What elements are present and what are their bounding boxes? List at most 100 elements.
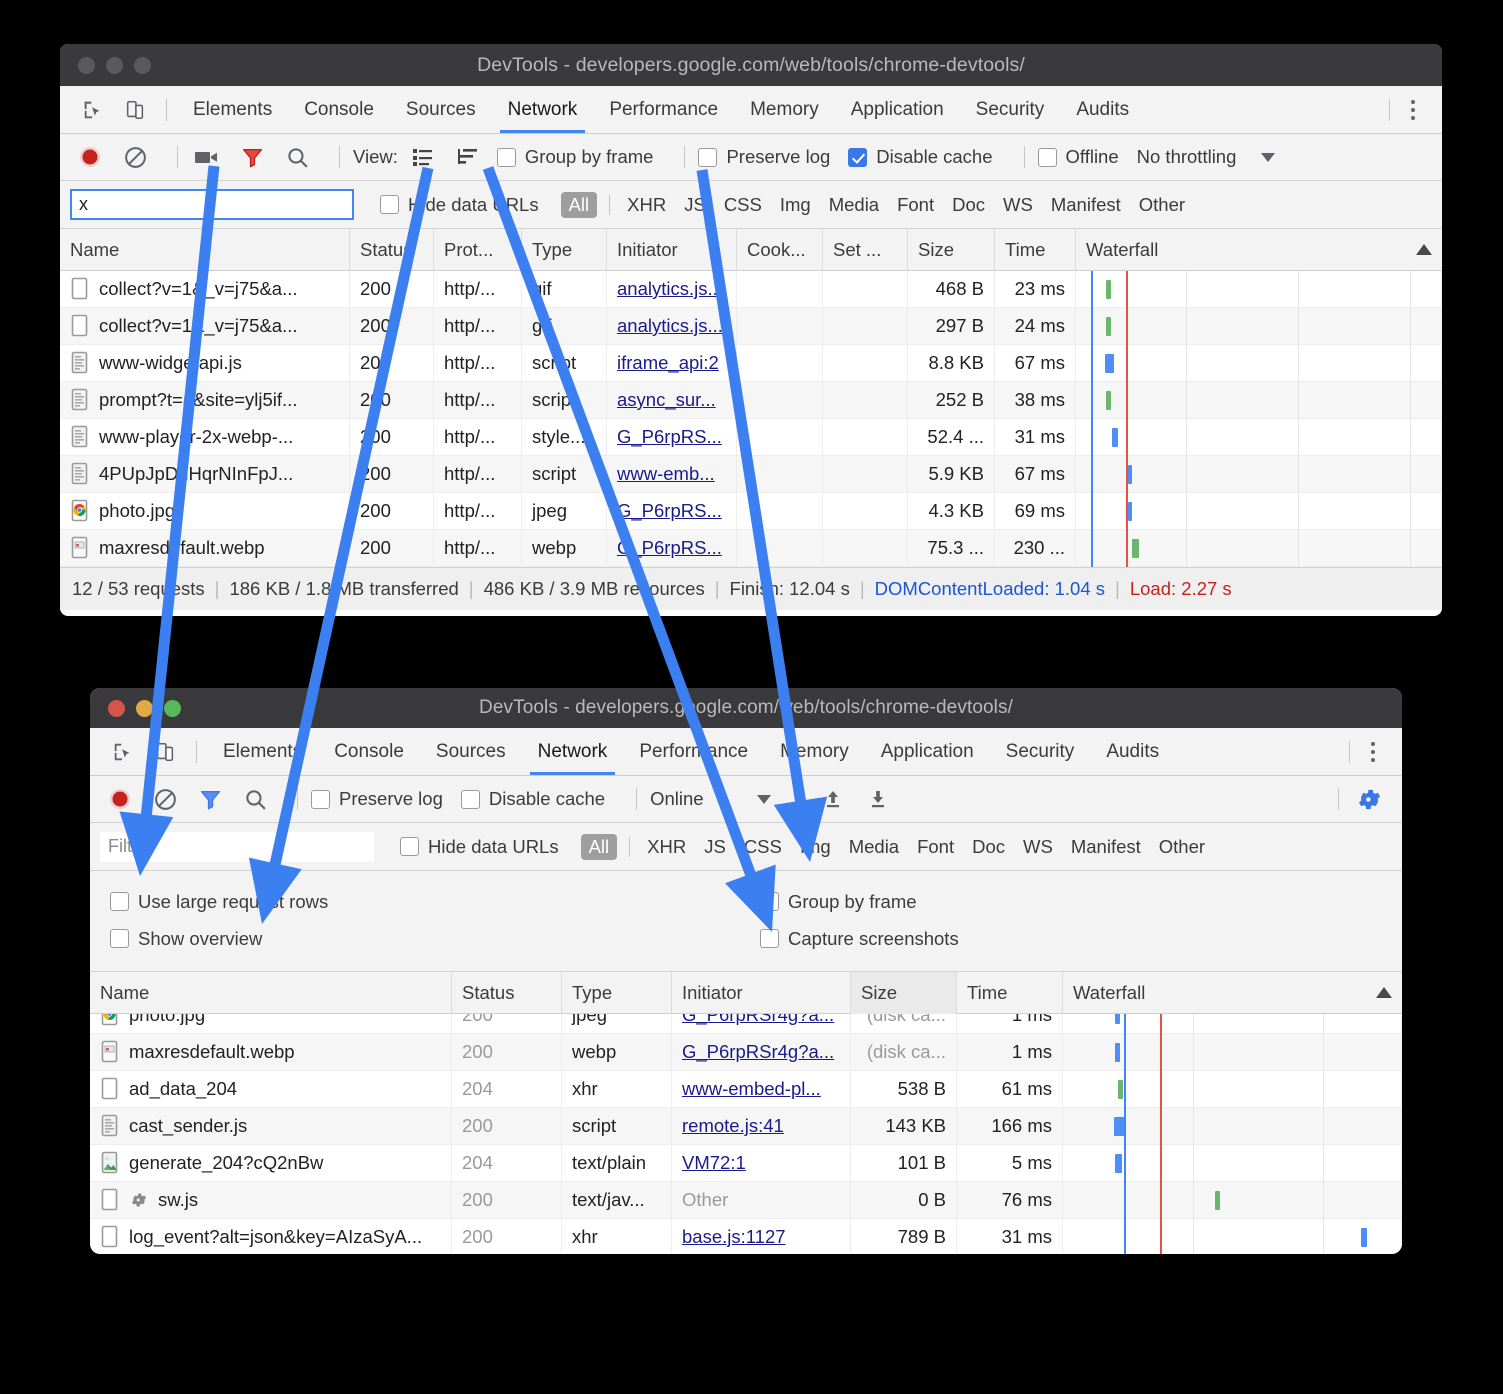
show-overview-checkbox[interactable]: Show overview [110,928,262,950]
column-header-protocol[interactable]: Prot... [434,228,522,271]
table-row[interactable]: collect?v=1&_v=j75&a... 200 http/... gif ana… [60,270,1442,308]
filter-type-media-bottom[interactable]: Media [840,836,908,858]
table-row[interactable]: prompt?t=a&site=ylj5if... 200 http/... scri… [60,381,1442,419]
tab-security[interactable]: Security [990,728,1091,775]
group-by-frame-box[interactable] [496,147,516,167]
cell-initiator[interactable]: base.js:1127 [672,1218,851,1254]
cell-initiator[interactable]: analytics.js... [607,307,737,345]
maximize-button[interactable] [134,56,151,74]
column-header-size[interactable]: Size [908,228,995,271]
initiator-link[interactable]: G_P6rpRS... [617,426,722,448]
filter-icon[interactable] [236,141,268,173]
throttling-dropdown-caret-top[interactable] [1261,152,1276,162]
tab-console[interactable]: Console [288,86,390,133]
capture-screenshots-checkbox[interactable]: Capture screenshots [760,928,959,950]
offline-checkbox-top[interactable]: Offline [1037,146,1119,168]
initiator-link[interactable]: G_P6rpRS... [617,500,722,522]
initiator-link[interactable]: G_P6rpRSr4g?a... [682,1014,834,1026]
filter-type-xhr-bottom[interactable]: XHR [638,836,695,858]
maximize-button[interactable] [164,699,181,717]
hide-data-urls-checkbox-top[interactable]: Hide data URLs [380,194,539,216]
export-har-icon[interactable] [862,783,894,815]
initiator-link[interactable]: www-emb... [617,463,715,485]
column-header-time[interactable]: Time [995,228,1076,271]
filter-type-ws-bottom[interactable]: WS [1014,836,1062,858]
record-icon[interactable] [104,783,136,815]
cell-initiator[interactable]: analytics.js... [607,270,737,308]
camera-icon[interactable] [191,141,223,173]
initiator-link[interactable]: analytics.js... [617,278,723,300]
cell-initiator[interactable]: G_P6rpRSr4g?a... [672,1014,851,1033]
hide-data-urls-checkbox-bottom[interactable]: Hide data URLs [400,836,559,858]
more-options-icon[interactable] [1400,99,1426,120]
filter-type-js-bottom[interactable]: JS [695,836,735,858]
filter-type-doc-top[interactable]: Doc [943,194,994,216]
disable-cache-checkbox-top[interactable]: Disable cache [848,146,993,168]
column-header-waterfall[interactable]: Waterfall [1063,972,1402,1014]
initiator-link[interactable]: www-embed-pl... [682,1078,821,1100]
filter-type-manifest-top[interactable]: Manifest [1042,194,1130,216]
column-header-type[interactable]: Type [562,971,672,1014]
table-row[interactable]: cast_sender.js 200 script remote.js:41 143 K… [90,1107,1402,1145]
device-toolbar-icon[interactable] [118,95,152,125]
clear-icon[interactable] [119,141,151,173]
filter-input-bottom[interactable]: Filter [100,831,374,862]
filter-type-img-top[interactable]: Img [771,194,820,216]
tab-security[interactable]: Security [960,86,1061,133]
table-row[interactable]: maxresdefault.webp 200 http/... webp G_P6rpR… [60,529,1442,567]
filter-type-font-bottom[interactable]: Font [908,836,963,858]
sort-ascending-icon[interactable] [1376,987,1392,998]
throttling-value-bottom[interactable]: Online [650,788,703,810]
column-header-initiator[interactable]: Initiator [672,971,851,1014]
sort-ascending-icon[interactable] [1416,244,1432,255]
throttling-dropdown-caret-bottom[interactable] [756,794,771,804]
preserve-log-box[interactable] [311,789,330,809]
more-options-icon[interactable] [1360,741,1386,762]
column-header-status[interactable]: Status [350,228,434,271]
filter-icon[interactable] [194,783,226,815]
table-row[interactable]: collect?v=1&_v=j75&a... 200 http/... gif ana… [60,307,1442,345]
cell-initiator[interactable]: G_P6rpRS... [607,492,737,530]
inspect-element-icon[interactable] [106,737,140,767]
tab-network[interactable]: Network [522,728,624,775]
search-icon[interactable] [239,783,271,815]
filter-type-other-top[interactable]: Other [1130,194,1194,216]
table-row[interactable]: generate_204?cQ2nBw 204 text/plain VM72:1 10… [90,1144,1402,1182]
cell-initiator[interactable]: async_sur... [607,381,737,419]
filter-type-ws-top[interactable]: WS [994,194,1042,216]
tab-application[interactable]: Application [865,728,990,775]
disable-cache-box[interactable] [848,147,868,167]
cell-initiator[interactable]: G_P6rpRS... [607,529,737,567]
filter-type-media-top[interactable]: Media [820,194,888,216]
column-header-name[interactable]: Name [60,228,350,271]
cell-initiator[interactable]: G_P6rpRSr4g?a... [672,1033,851,1071]
use-large-request-rows-checkbox[interactable]: Use large request rows [110,891,328,913]
column-header-status[interactable]: Status [452,971,562,1014]
view-list-icon[interactable] [407,141,439,173]
tab-memory[interactable]: Memory [734,86,835,133]
window-controls-bottom[interactable] [90,699,181,717]
import-har-icon[interactable] [817,783,849,815]
preserve-log-checkbox-top[interactable]: Preserve log [698,146,830,168]
cell-initiator[interactable]: G_P6rpRS... [607,418,737,456]
show-overview-box[interactable] [110,929,129,948]
hide-data-urls-box[interactable] [380,195,399,214]
initiator-link[interactable]: base.js:1127 [682,1226,786,1248]
cell-initiator[interactable]: www-embed-pl... [672,1070,851,1108]
close-button[interactable] [108,699,125,717]
table-row[interactable]: ad_data_204 204 xhr www-embed-pl... 538 B 61 … [90,1070,1402,1108]
preserve-log-box[interactable] [698,147,718,167]
filter-type-all-top[interactable]: All [560,191,598,218]
throttling-value-top[interactable]: No throttling [1137,146,1237,168]
preserve-log-checkbox-bottom[interactable]: Preserve log [311,788,443,810]
filter-type-manifest-bottom[interactable]: Manifest [1062,836,1150,858]
tab-console[interactable]: Console [318,728,420,775]
filter-type-all-bottom[interactable]: All [580,833,618,860]
initiator-link[interactable]: VM72:1 [682,1152,746,1174]
hide-data-urls-box[interactable] [400,837,419,856]
tab-sources[interactable]: Sources [420,728,522,775]
initiator-link[interactable]: remote.js:41 [682,1115,784,1137]
cell-initiator[interactable]: remote.js:41 [672,1107,851,1145]
filter-type-css-top[interactable]: CSS [715,194,771,216]
close-button[interactable] [78,56,95,74]
